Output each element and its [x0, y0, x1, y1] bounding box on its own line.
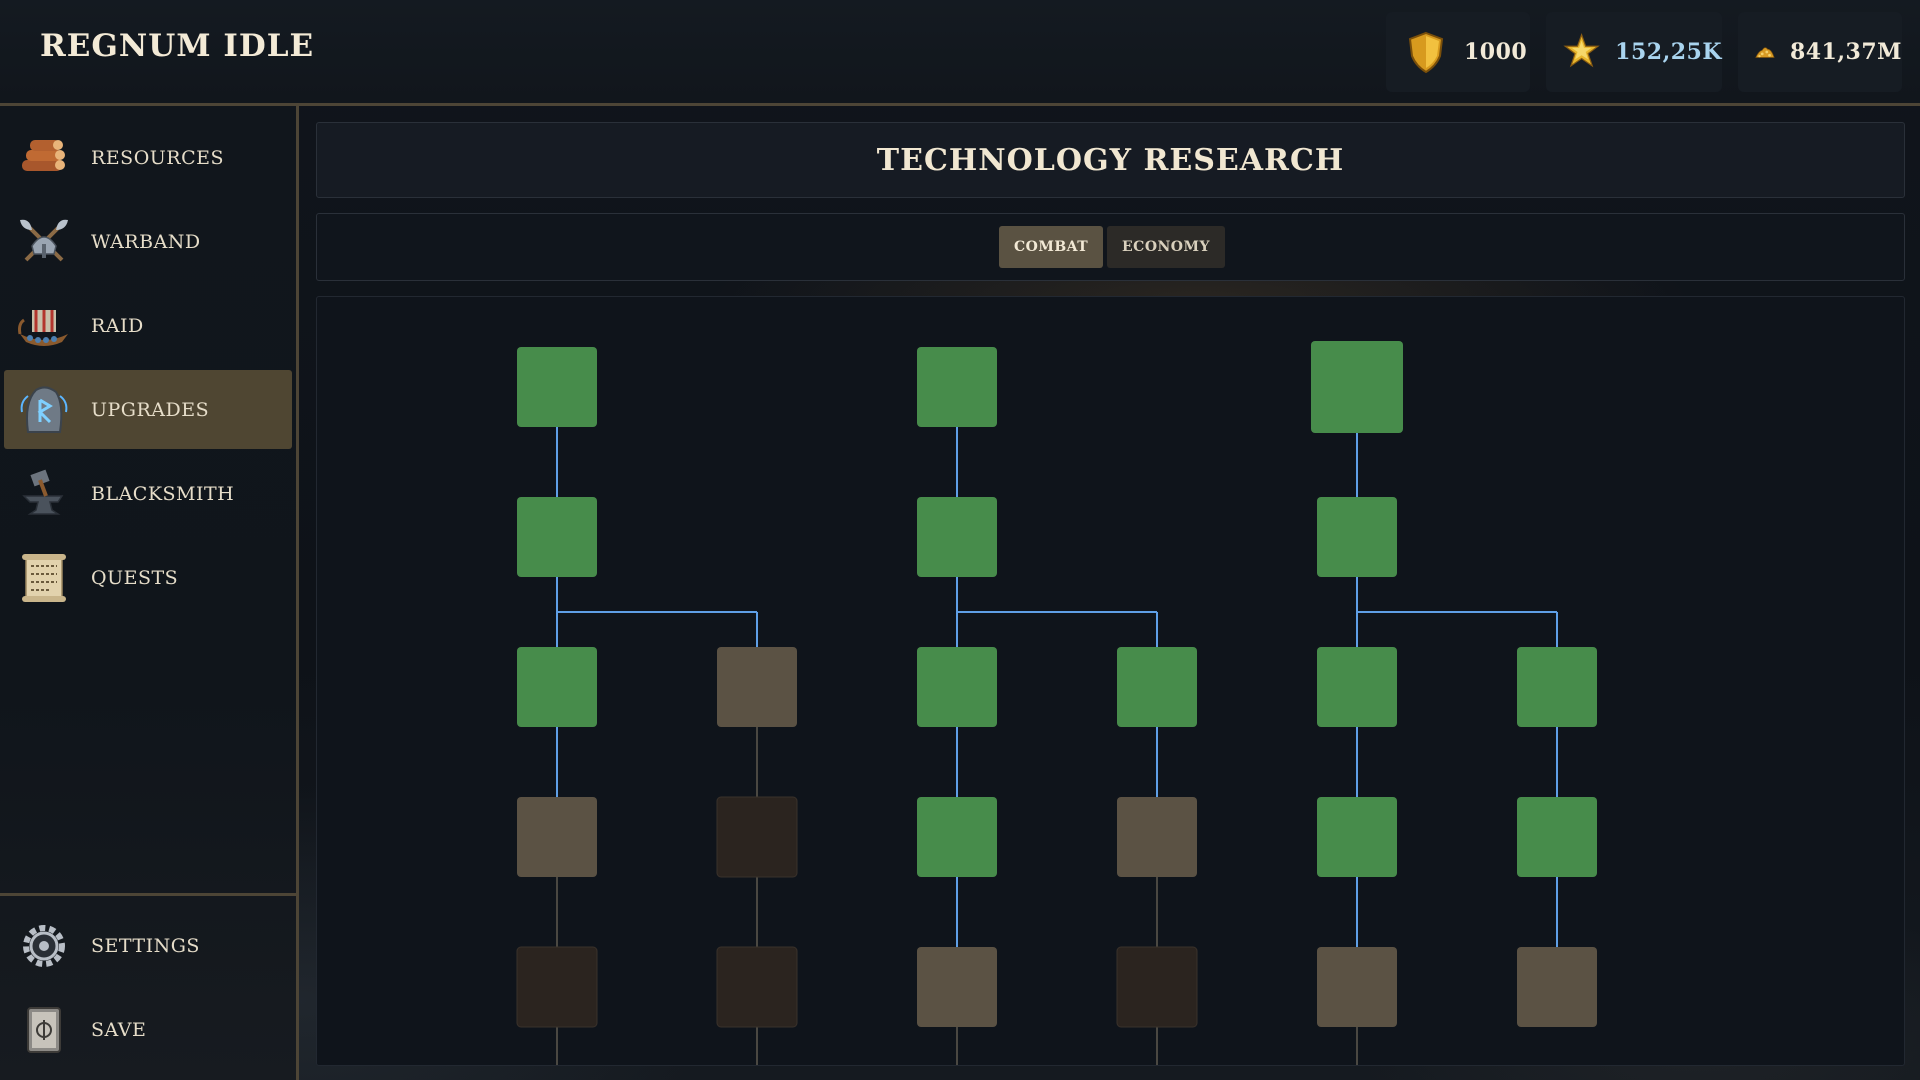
tech-node-f4[interactable]	[1517, 797, 1597, 877]
tab-bar: COMBAT ECONOMY	[316, 213, 1905, 281]
crossed-axes-helmet-icon	[20, 219, 68, 261]
sidebar-item-resources[interactable]: RESOURCES	[4, 118, 292, 197]
tab-economy[interactable]: ECONOMY	[1107, 226, 1225, 268]
sidebar-item-upgrades[interactable]: UPGRADES	[4, 370, 292, 449]
sidebar-item-label: RAID	[91, 314, 144, 337]
tech-tree	[516, 341, 1597, 1065]
logs-icon	[22, 139, 65, 171]
gold-value: 841,37M	[1789, 39, 1902, 65]
page-title-panel: TECHNOLOGY RESEARCH	[316, 122, 1905, 198]
top-bar: REGNUM IDLE 1000 152,25K 841,37M	[0, 0, 1920, 106]
sidebar-item-settings[interactable]: SETTINGS	[4, 906, 292, 985]
sidebar-item-raid[interactable]: RAID	[4, 286, 292, 365]
shield-value: 1000	[1464, 39, 1528, 65]
scroll-icon	[22, 553, 66, 602]
sidebar-item-label: WARBAND	[91, 230, 201, 253]
tech-node-d5[interactable]	[1116, 946, 1198, 1028]
sidebar: RESOURCES WARBAND RAID UPGRADES BLACKSMI…	[0, 106, 299, 1080]
tech-node-a4[interactable]	[517, 797, 597, 877]
tech-tree-panel	[316, 296, 1905, 1066]
page-title: TECHNOLOGY RESEARCH	[876, 142, 1345, 178]
sidebar-item-blacksmith[interactable]: BLACKSMITH	[4, 454, 292, 533]
tech-node-e3[interactable]	[1317, 647, 1397, 727]
rune-stone-icon	[20, 385, 68, 433]
star-resource: 152,25K	[1546, 12, 1722, 92]
gold-resource: 841,37M	[1738, 12, 1902, 92]
shield-icon	[1408, 31, 1444, 74]
tech-node-c2[interactable]	[917, 497, 997, 577]
tech-node-d3[interactable]	[1117, 647, 1197, 727]
tech-node-f5[interactable]	[1517, 947, 1597, 1027]
tech-node-f3[interactable]	[1517, 647, 1597, 727]
tech-node-a2[interactable]	[517, 497, 597, 577]
tech-node-c3[interactable]	[917, 647, 997, 727]
sidebar-item-label: QUESTS	[91, 566, 179, 589]
tech-node-b5[interactable]	[716, 946, 798, 1028]
sidebar-item-label: SAVE	[91, 1018, 147, 1041]
gold-pile-icon	[1755, 47, 1775, 58]
sidebar-item-label: RESOURCES	[91, 146, 225, 169]
tech-node-e1[interactable]	[1311, 341, 1403, 433]
tech-node-a1[interactable]	[517, 347, 597, 427]
tech-node-a5[interactable]	[516, 946, 598, 1028]
tech-node-c1[interactable]	[917, 347, 997, 427]
tech-node-a3[interactable]	[517, 647, 597, 727]
sidebar-divider	[0, 893, 296, 896]
tech-node-b4[interactable]	[716, 796, 798, 878]
sidebar-item-quests[interactable]: QUESTS	[4, 538, 292, 617]
tab-combat[interactable]: COMBAT	[999, 226, 1104, 268]
app-title: REGNUM IDLE	[40, 28, 315, 64]
sidebar-item-label: SETTINGS	[91, 934, 200, 957]
sidebar-item-warband[interactable]: WARBAND	[4, 202, 292, 281]
tech-node-e5[interactable]	[1317, 947, 1397, 1027]
tech-node-c5[interactable]	[917, 947, 997, 1027]
anvil-hammer-icon	[22, 469, 64, 515]
longship-icon	[18, 309, 68, 346]
sidebar-item-label: UPGRADES	[91, 398, 210, 421]
tech-node-e4[interactable]	[1317, 797, 1397, 877]
tech-node-e2[interactable]	[1317, 497, 1397, 577]
book-icon	[27, 1006, 61, 1053]
tech-node-d4[interactable]	[1117, 797, 1197, 877]
gear-icon	[23, 924, 65, 967]
sidebar-item-save[interactable]: SAVE	[4, 990, 292, 1069]
tech-node-b3[interactable]	[717, 647, 797, 727]
star-value: 152,25K	[1615, 39, 1722, 65]
sidebar-item-label: BLACKSMITH	[91, 482, 235, 505]
tech-node-c4[interactable]	[917, 797, 997, 877]
shield-resource: 1000	[1386, 12, 1530, 92]
star-icon	[1563, 33, 1600, 68]
